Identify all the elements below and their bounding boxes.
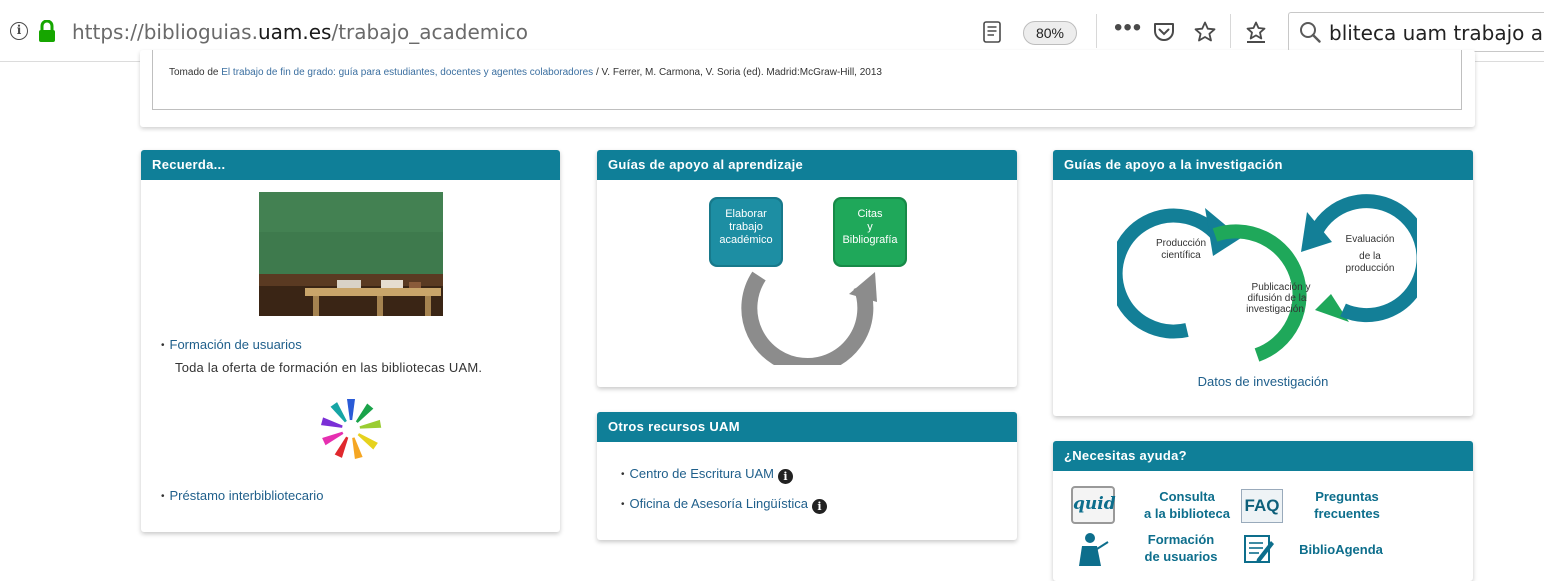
cycle-arrow-icon	[741, 271, 874, 365]
investigacion-title: Guías de apoyo a la investigación	[1053, 150, 1473, 180]
citas-bibliografia-button[interactable]: Citas y Bibliografía	[833, 197, 907, 267]
preguntas-line-1: Preguntas	[1315, 489, 1379, 504]
oficina-asesoria-link[interactable]: Oficina de Asesoría Lingüística	[630, 496, 809, 511]
site-info-icon[interactable]: i	[10, 22, 28, 40]
prestamo-interbibliotecario-link[interactable]: Préstamo interbibliotecario	[161, 488, 324, 503]
elaborar-trabajo-button[interactable]: Elaborar trabajo académico	[709, 197, 783, 267]
pocket-icon[interactable]	[1152, 20, 1176, 44]
centro-escritura-link[interactable]: Centro de Escritura UAM	[630, 466, 775, 481]
formacion-line-2: de usuarios	[1144, 549, 1218, 564]
publicacion-line-1: Publicación y	[1252, 282, 1311, 293]
centro-escritura-item: Centro de Escritura UAMi	[621, 466, 794, 484]
evaluacion-line-2: de la	[1359, 251, 1381, 262]
ayuda-card: ¿Necesitas ayuda? quid Consulta a la bib…	[1053, 441, 1473, 581]
url-field[interactable]: https://biblioguias.uam.es/trabajo_acade…	[72, 20, 528, 44]
bookmark-star-icon[interactable]	[1193, 20, 1217, 44]
publicacion-line-2: difusión de la	[1248, 293, 1307, 304]
reader-view-icon[interactable]	[983, 21, 1001, 43]
search-icon	[1300, 22, 1321, 43]
elaborar-line-3: académico	[719, 234, 772, 246]
preguntas-frecuentes-link[interactable]: Preguntas frecuentes	[1291, 488, 1403, 522]
info-icon[interactable]: i	[778, 469, 794, 484]
investigacion-cycle-diagram[interactable]: Producción científica Evaluación de la p…	[1117, 190, 1417, 362]
oficina-asesoria-item: Oficina de Asesoría Lingüísticai	[621, 496, 828, 514]
produccion-line-1: Producción	[1156, 238, 1206, 249]
bookmarks-library-icon[interactable]	[1244, 20, 1268, 44]
search-bar[interactable]: bliteca uam trabajo acad	[1288, 12, 1544, 52]
reference-box: Tomado de El trabajo de fin de grado: gu…	[152, 50, 1462, 110]
datos-investigacion-link[interactable]: Datos de investigación	[1053, 374, 1473, 389]
aprendizaje-diagram: Elaborar trabajo académico Citas y Bibli…	[709, 197, 907, 365]
biblioagenda-icon[interactable]	[1243, 533, 1275, 565]
ayuda-title: ¿Necesitas ayuda?	[1053, 441, 1473, 471]
source-book-link[interactable]: El trabajo de fin de grado: guía para es…	[221, 67, 593, 78]
recuerda-title: Recuerda...	[141, 150, 560, 180]
citas-line-1: Citas	[857, 208, 883, 220]
formacion-description: Toda la oferta de formación en las bibli…	[175, 360, 483, 375]
formacion-usuarios-link[interactable]: Formación de usuarios	[161, 337, 302, 352]
chalkboard-image[interactable]	[259, 192, 443, 316]
colorful-star-logo-icon[interactable]	[316, 394, 386, 464]
biblioagenda-link[interactable]: BiblioAgenda	[1291, 541, 1391, 558]
publicacion-line-3: investigación	[1246, 304, 1304, 315]
zoom-level-button[interactable]: 80%	[1023, 21, 1077, 45]
elaborar-line-1: Elaborar	[725, 208, 767, 220]
source-citation: Tomado de El trabajo de fin de grado: gu…	[169, 67, 882, 78]
user-training-icon[interactable]	[1075, 532, 1109, 566]
formacion-line-1: Formación	[1147, 532, 1215, 547]
consulta-biblioteca-link[interactable]: Consulta a la biblioteca	[1137, 488, 1237, 522]
otros-recursos-card: Otros recursos UAM Centro de Escritura U…	[597, 412, 1017, 540]
citas-line-2: y	[867, 221, 873, 233]
formacion-usuarios-help-link[interactable]: Formación de usuarios	[1133, 531, 1229, 565]
recuerda-card: Recuerda... Formación de usuarios Toda l…	[141, 150, 560, 532]
preguntas-line-2: frecuentes	[1314, 506, 1380, 521]
faq-icon[interactable]: FAQ	[1241, 489, 1283, 523]
consulta-line-2: a la biblioteca	[1144, 506, 1230, 521]
aprendizaje-card: Guías de apoyo al aprendizaje Elaborar t…	[597, 150, 1017, 387]
evaluacion-line-3: producción	[1346, 263, 1395, 274]
elaborar-line-2: trabajo	[729, 221, 763, 233]
otros-recursos-title: Otros recursos UAM	[597, 412, 1017, 442]
page-actions-menu-icon[interactable]: •••	[1114, 14, 1142, 42]
evaluacion-line-1: Evaluación	[1346, 234, 1395, 245]
citas-line-3: Bibliografía	[842, 234, 898, 246]
search-input[interactable]: bliteca uam trabajo acad	[1329, 21, 1544, 45]
toolbar-separator	[1096, 14, 1097, 48]
investigacion-card: Guías de apoyo a la investigación Produc…	[1053, 150, 1473, 416]
toolbar-separator	[1230, 14, 1231, 48]
quid-icon[interactable]: quid	[1071, 486, 1116, 524]
info-icon[interactable]: i	[812, 499, 828, 514]
aprendizaje-title: Guías de apoyo al aprendizaje	[597, 150, 1017, 180]
consulta-line-1: Consulta	[1159, 489, 1215, 504]
reference-card: Tomado de El trabajo de fin de grado: gu…	[140, 50, 1475, 127]
produccion-line-2: científica	[1161, 250, 1201, 261]
lock-icon[interactable]	[37, 20, 57, 42]
